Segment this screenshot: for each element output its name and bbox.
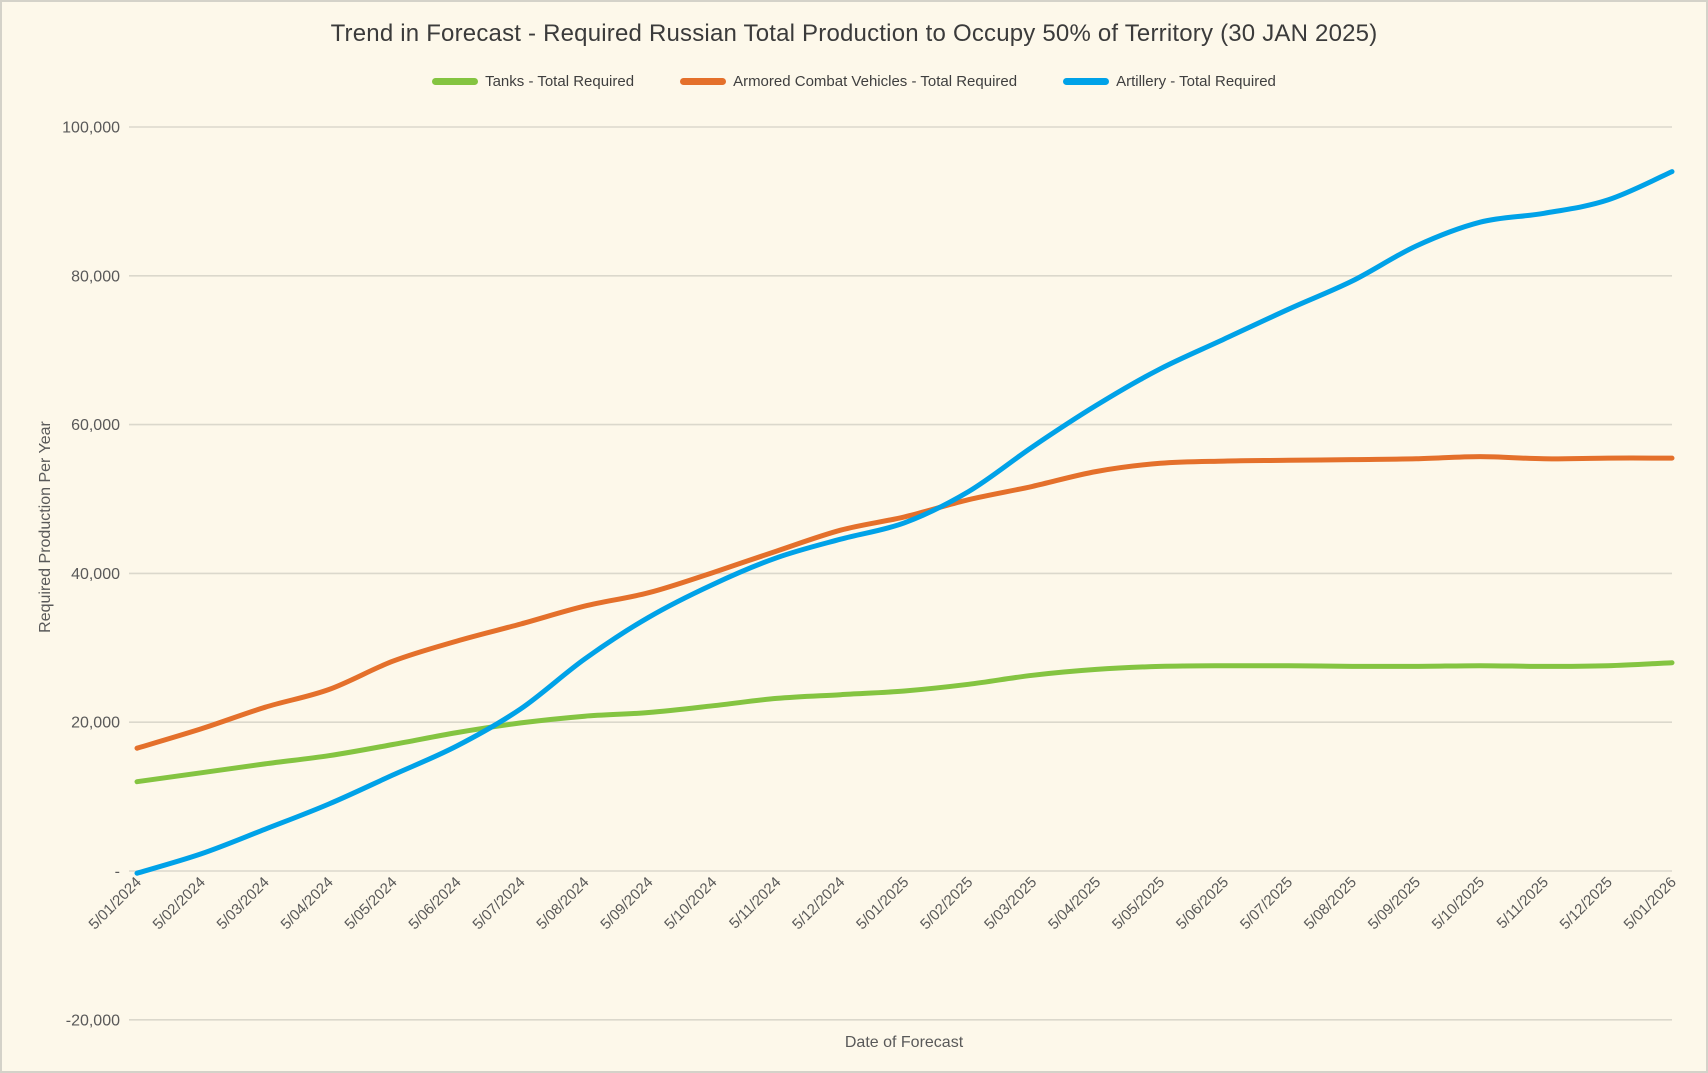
x-tick-label: 5/09/2025	[1365, 874, 1424, 933]
x-tick-label: 5/05/2025	[1109, 874, 1168, 933]
x-tick-label: 5/04/2024	[278, 874, 337, 933]
x-tick-label: 5/02/2025	[917, 874, 976, 933]
x-tick-label: 5/03/2025	[981, 874, 1040, 933]
series-line-armored	[137, 457, 1672, 749]
x-tick-label: 5/01/2025	[853, 874, 912, 933]
x-tick-label: 5/08/2025	[1301, 874, 1360, 933]
x-tick-label: 5/06/2024	[405, 874, 464, 933]
x-tick-label: 5/01/2026	[1621, 874, 1680, 933]
x-tick-label: 5/11/2025	[1494, 874, 1552, 932]
y-tick-label: 60,000	[71, 417, 120, 434]
x-tick-label: 5/02/2024	[150, 874, 209, 933]
x-tick-label: 5/07/2025	[1237, 874, 1296, 933]
y-tick-label: -	[115, 864, 120, 881]
x-tick-label: 5/07/2024	[469, 874, 528, 933]
y-tick-label: 40,000	[71, 566, 120, 583]
x-tick-label: 5/03/2024	[214, 874, 273, 933]
x-tick-label: 5/08/2024	[533, 874, 592, 933]
x-tick-label: 5/09/2024	[597, 874, 656, 933]
x-tick-label: 5/10/2025	[1429, 874, 1488, 933]
x-tick-label: 5/05/2024	[341, 874, 400, 933]
chart-frame: Trend in Forecast - Required Russian Tot…	[0, 0, 1708, 1073]
x-tick-label: 5/06/2025	[1173, 874, 1232, 933]
y-tick-label: 80,000	[71, 268, 120, 285]
plot-area: 100,000 80,000 60,000 40,000 20,000 - -20,000 5…	[2, 2, 1708, 1073]
y-tick-label: 100,000	[62, 120, 120, 137]
x-tick-label: 5/12/2024	[789, 874, 848, 933]
series-line-artillery	[137, 172, 1672, 874]
y-tick-label: 20,000	[71, 715, 120, 732]
x-tick-label: 5/10/2024	[661, 874, 720, 933]
x-tick-label: 5/01/2024	[86, 874, 145, 933]
y-tick-label: -20,000	[66, 1012, 120, 1029]
x-tick-label: 5/12/2025	[1557, 874, 1616, 933]
x-tick-label: 5/04/2025	[1045, 874, 1104, 933]
x-tick-label: 5/11/2024	[726, 874, 784, 932]
